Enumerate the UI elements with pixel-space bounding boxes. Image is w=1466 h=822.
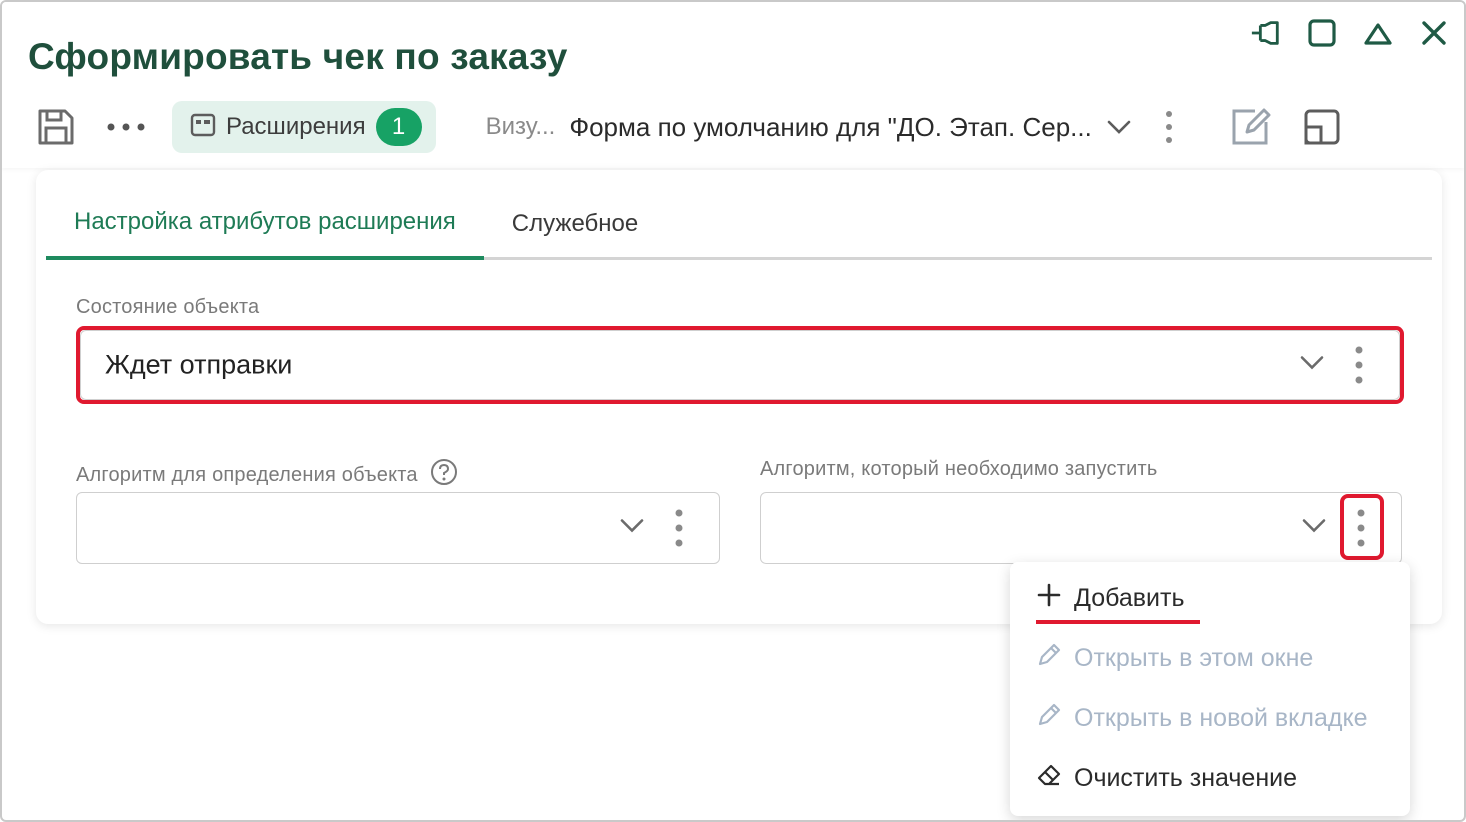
dialog-header: Сформировать чек по заказу Расширения 1 … xyxy=(2,2,1464,168)
menu-item-label: Очистить значение xyxy=(1074,763,1297,792)
edit-form-icon[interactable] xyxy=(1226,103,1274,151)
save-icon[interactable] xyxy=(32,103,80,151)
chevron-down-icon[interactable] xyxy=(619,518,645,539)
state-select[interactable]: Ждет отправки xyxy=(80,330,1400,400)
toolbar: Расширения 1 Визу... Форма по умолчанию … xyxy=(32,100,1444,154)
menu-item-label: Добавить xyxy=(1074,583,1185,612)
layout-icon[interactable] xyxy=(1298,103,1346,151)
tab-extension-attributes[interactable]: Настройка атрибутов расширения xyxy=(46,188,484,260)
view-select[interactable]: Форма по умолчанию для "ДО. Этап. Сер... xyxy=(569,112,1092,143)
chevron-down-icon[interactable] xyxy=(1106,119,1132,135)
chevron-down-icon[interactable] xyxy=(1301,518,1327,539)
view-more-icon[interactable] xyxy=(1165,111,1172,143)
extensions-button[interactable]: Расширения 1 xyxy=(172,101,436,153)
state-field-label: Состояние объекта xyxy=(76,296,260,318)
collapse-icon[interactable] xyxy=(1362,16,1394,50)
algorithm-run-label: Алгоритм, который необходимо запустить xyxy=(760,458,1158,480)
tab-service[interactable]: Служебное xyxy=(484,188,666,260)
dialog-window: Сформировать чек по заказу Расширения 1 … xyxy=(0,0,1466,822)
menu-item-open-new-tab[interactable]: Открыть в новой вкладке xyxy=(1036,696,1368,740)
algorithm-define-label: Алгоритм для определения объекта xyxy=(76,463,418,486)
algorithm-define-select[interactable] xyxy=(76,492,720,564)
chevron-down-icon[interactable] xyxy=(1299,355,1325,376)
algorithm-run-select[interactable] xyxy=(760,492,1402,564)
help-icon[interactable] xyxy=(430,458,458,492)
pencil-icon xyxy=(1036,702,1062,735)
field-actions-menu: Добавить Открыть в этом окне Открыть в н… xyxy=(1010,562,1410,816)
state-value: Ждет отправки xyxy=(105,349,293,380)
pencil-icon xyxy=(1036,642,1062,675)
menu-item-add[interactable]: Добавить xyxy=(1036,576,1185,620)
tab-bar: Настройка атрибутов расширения Служебное xyxy=(46,188,1432,260)
field-more-icon[interactable] xyxy=(1349,504,1373,552)
maximize-icon[interactable] xyxy=(1306,16,1338,50)
extensions-count-badge: 1 xyxy=(375,108,422,146)
algorithm-define-label-row: Алгоритм для определения объекта xyxy=(76,458,458,492)
field-more-icon[interactable] xyxy=(1347,341,1371,389)
extensions-icon xyxy=(190,113,216,142)
window-controls xyxy=(1250,16,1450,50)
pin-icon[interactable] xyxy=(1250,16,1282,50)
menu-item-open-here[interactable]: Открыть в этом окне xyxy=(1036,636,1313,680)
plus-icon xyxy=(1036,582,1062,615)
close-icon[interactable] xyxy=(1418,16,1450,50)
more-horizontal-icon[interactable] xyxy=(102,103,150,151)
form-card: Настройка атрибутов расширения Служебное… xyxy=(36,170,1442,624)
dialog-title: Сформировать чек по заказу xyxy=(28,36,568,77)
menu-item-clear[interactable]: Очистить значение xyxy=(1036,756,1297,800)
menu-item-label: Открыть в новой вкладке xyxy=(1074,703,1368,732)
menu-item-label: Открыть в этом окне xyxy=(1074,643,1314,672)
add-item-underline xyxy=(1036,620,1200,624)
field-more-icon[interactable] xyxy=(667,504,691,552)
extensions-label: Расширения xyxy=(226,113,366,140)
eraser-icon xyxy=(1036,762,1062,795)
view-label: Визу... xyxy=(485,113,556,140)
